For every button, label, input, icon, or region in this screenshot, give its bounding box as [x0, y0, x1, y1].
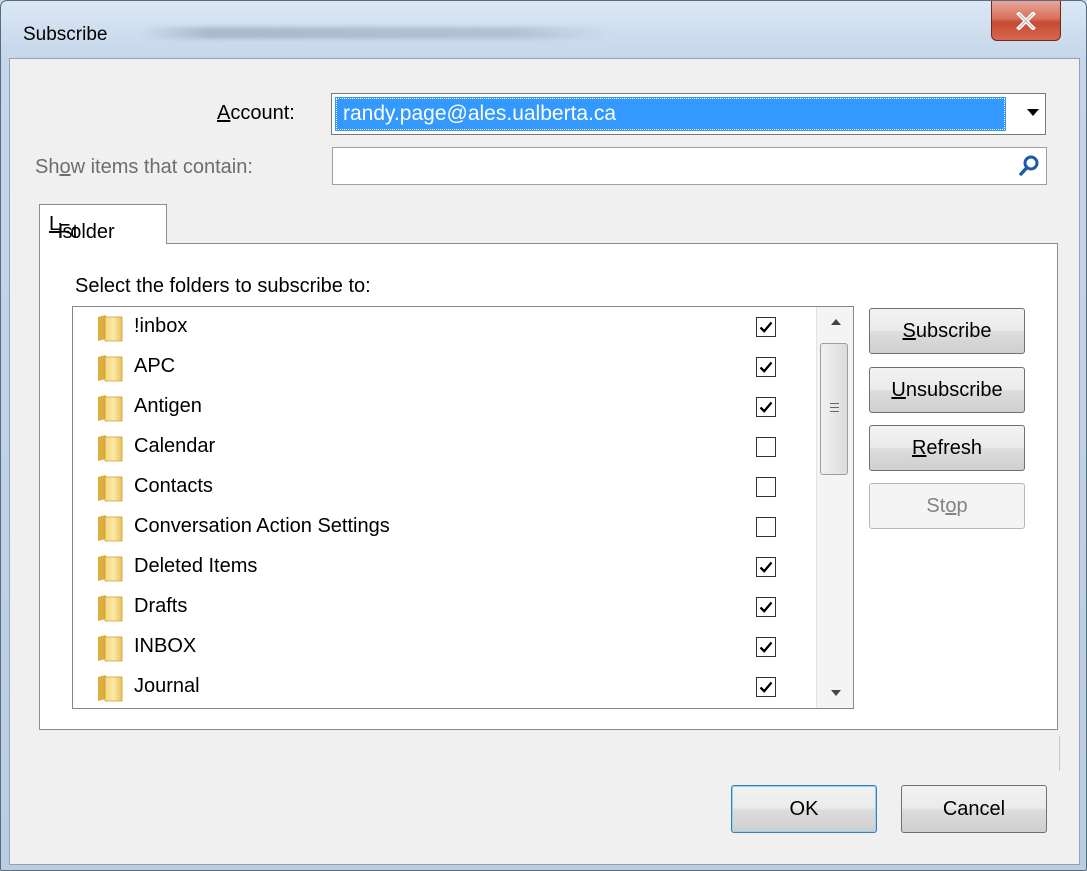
scroll-up-arrow-icon[interactable] — [817, 307, 853, 337]
subscribe-dialog-window: Subscribe Account: randy.page@ales.ualbe… — [0, 0, 1087, 871]
folder-icon — [98, 435, 123, 462]
subscribe-checkbox[interactable] — [756, 357, 776, 377]
checkmark-icon — [759, 561, 773, 573]
folder-list-heading: Select the folders to subscribe to: — [75, 275, 371, 297]
subscribe-button[interactable]: Subscribe — [869, 308, 1025, 354]
close-icon — [1016, 11, 1036, 30]
subscribe-checkbox[interactable] — [756, 397, 776, 417]
grip-icon — [830, 403, 839, 413]
window-title: Subscribe — [23, 24, 108, 45]
filter-label: Show items that contain: — [35, 156, 253, 178]
title-bar[interactable]: Subscribe — [1, 1, 1086, 44]
list-item[interactable]: !inbox — [73, 308, 813, 348]
tab-folder-list[interactable]: Folder List — [39, 204, 167, 244]
folder-name: Drafts — [134, 595, 188, 617]
scrollbar-thumb[interactable] — [820, 343, 848, 475]
checkmark-icon — [759, 681, 773, 693]
folder-icon — [98, 555, 123, 582]
checkmark-icon — [759, 361, 773, 373]
folder-icon — [98, 595, 123, 622]
scroll-down-arrow-icon[interactable] — [817, 678, 853, 708]
cancel-button[interactable]: Cancel — [901, 785, 1047, 833]
search-icon[interactable] — [1018, 154, 1040, 178]
folder-icon — [98, 675, 123, 702]
refresh-button[interactable]: Refresh — [869, 425, 1025, 471]
subscribe-checkbox[interactable] — [756, 437, 776, 457]
list-item[interactable]: Contacts — [73, 468, 813, 508]
subscribe-checkbox[interactable] — [756, 477, 776, 497]
close-button[interactable] — [991, 1, 1061, 41]
account-selected-value: randy.page@ales.ualberta.ca — [335, 97, 1006, 131]
unsubscribe-button[interactable]: Unsubscribe — [869, 367, 1025, 413]
folder-listbox[interactable]: !inbox APC Antigen Calendar Contacts Conversa… — [72, 306, 854, 709]
ok-button[interactable]: OK — [731, 785, 877, 833]
list-item[interactable]: Conversation Action Settings — [73, 508, 813, 548]
vertical-scrollbar[interactable] — [816, 307, 853, 708]
folder-name: Antigen — [134, 395, 202, 417]
folder-name: Calendar — [134, 435, 216, 457]
checkmark-icon — [759, 401, 773, 413]
title-blurred-text — [139, 27, 609, 39]
subscribe-checkbox[interactable] — [756, 317, 776, 337]
folder-name: Conversation Action Settings — [134, 515, 390, 537]
folder-name: !inbox — [134, 315, 188, 337]
list-item[interactable]: Deleted Items — [73, 548, 813, 588]
folder-name: Journal — [134, 675, 200, 697]
account-label: Account: — [217, 102, 295, 124]
folder-name: Deleted Items — [134, 555, 258, 577]
stop-button[interactable]: Stop — [869, 483, 1025, 529]
folder-icon — [98, 475, 123, 502]
folder-name: Contacts — [134, 475, 213, 497]
chevron-down-icon[interactable] — [1027, 109, 1039, 116]
folder-name: APC — [134, 355, 176, 377]
subscribe-checkbox[interactable] — [756, 637, 776, 657]
filter-search-input[interactable] — [332, 147, 1047, 185]
list-item[interactable]: Calendar — [73, 428, 813, 468]
folder-icon — [98, 315, 123, 342]
list-item[interactable]: APC — [73, 348, 813, 388]
folder-name: INBOX — [134, 635, 197, 657]
list-item[interactable]: Drafts — [73, 588, 813, 628]
checkmark-icon — [759, 601, 773, 613]
list-item[interactable]: INBOX — [73, 628, 813, 668]
subscribe-checkbox[interactable] — [756, 677, 776, 697]
folder-icon — [98, 515, 123, 542]
subscribe-checkbox[interactable] — [756, 557, 776, 577]
folder-icon — [98, 355, 123, 382]
folder-icon — [98, 395, 123, 422]
subscribe-checkbox[interactable] — [756, 597, 776, 617]
tab-folder-list-label: Folder List — [49, 213, 115, 243]
divider — [1059, 736, 1060, 771]
checkmark-icon — [759, 641, 773, 653]
account-dropdown[interactable]: randy.page@ales.ualberta.ca — [331, 93, 1046, 135]
list-item[interactable]: Antigen — [73, 388, 813, 428]
list-item[interactable]: Journal — [73, 668, 813, 708]
folder-icon — [98, 635, 123, 662]
checkmark-icon — [759, 321, 773, 333]
subscribe-checkbox[interactable] — [756, 517, 776, 537]
